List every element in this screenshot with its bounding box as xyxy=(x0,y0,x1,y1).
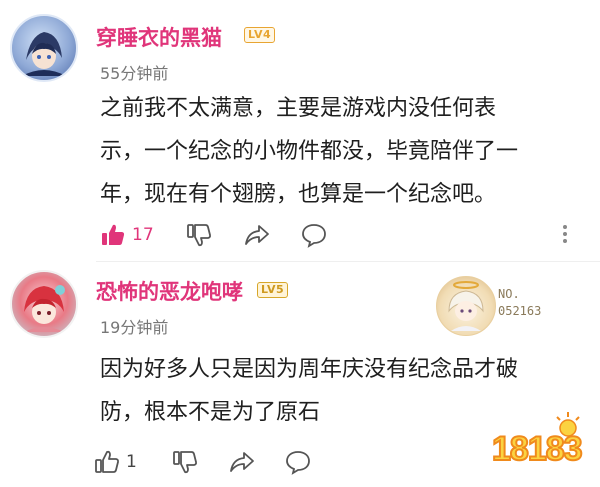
comment-line: 因为好多人只是因为周年庆没有纪念品才破 xyxy=(100,357,519,382)
share-icon xyxy=(230,452,254,472)
like-count: 17 xyxy=(132,225,154,245)
comment-bubble-icon xyxy=(286,451,310,475)
level-badge: LV4 xyxy=(244,27,276,43)
like-button[interactable]: 1 xyxy=(94,447,137,477)
medal-character-icon xyxy=(436,276,496,336)
dislike-button[interactable] xyxy=(172,447,198,477)
user-avatar[interactable] xyxy=(10,270,78,338)
comment-item: 穿睡衣的黑猫 LV4 55分钟前 之前我不太满意，主要是游戏内没任何表 示，一个… xyxy=(0,0,600,262)
site-watermark: 18183 xyxy=(491,410,592,476)
timestamp: 55分钟前 xyxy=(100,64,169,83)
thumbs-up-icon xyxy=(95,450,119,473)
anime-avatar-icon xyxy=(22,32,66,76)
comment-bubble-icon xyxy=(302,224,326,248)
fan-medal: NO. 052163 xyxy=(432,276,562,338)
user-avatar[interactable] xyxy=(10,14,78,82)
more-options-icon[interactable] xyxy=(558,222,572,250)
share-button[interactable] xyxy=(228,447,256,477)
dislike-button[interactable] xyxy=(186,220,212,250)
thumbs-down-icon xyxy=(173,451,197,474)
level-badge: LV5 xyxy=(257,282,289,298)
share-button[interactable] xyxy=(243,220,271,250)
watermark-text: 18183 xyxy=(491,429,584,469)
username[interactable]: 恐怖的恶龙咆哮 xyxy=(96,276,243,306)
like-button[interactable]: 17 xyxy=(100,220,154,250)
medal-no-label: NO. xyxy=(498,287,520,301)
thumbs-up-filled-icon xyxy=(102,224,125,245)
share-icon xyxy=(245,225,269,245)
username[interactable]: 穿睡衣的黑猫 xyxy=(96,22,222,52)
medal-number: NO. 052163 xyxy=(498,286,541,320)
reply-button[interactable] xyxy=(300,220,328,250)
comment-text: 之前我不太满意，主要是游戏内没任何表 示，一个纪念的小物件都没，毕竟陪伴了一 年… xyxy=(100,87,580,216)
like-count: 1 xyxy=(126,452,137,472)
comment-line: 之前我不太满意，主要是游戏内没任何表 xyxy=(100,96,497,121)
timestamp: 19分钟前 xyxy=(100,318,169,337)
reply-button[interactable] xyxy=(284,447,312,477)
medal-no-value: 052163 xyxy=(498,304,542,318)
anime-avatar-icon xyxy=(24,285,65,332)
comment-line: 年，现在有个翅膀，也算是一个纪念吧。 xyxy=(100,182,497,207)
comment-line: 示，一个纪念的小物件都没，毕竟陪伴了一 xyxy=(100,139,519,164)
thumbs-down-icon xyxy=(187,224,211,247)
